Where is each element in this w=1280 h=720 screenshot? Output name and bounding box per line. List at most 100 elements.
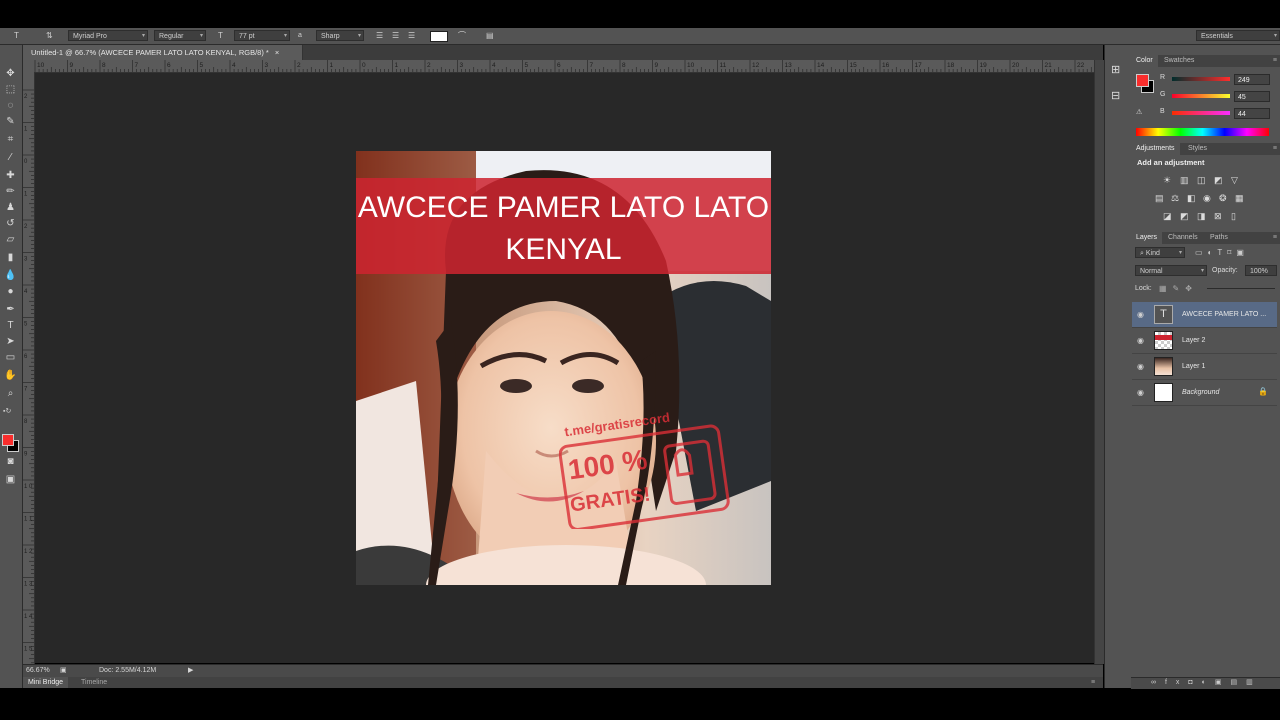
font-style-select[interactable]: Regular ▾ [154,30,206,41]
blue-value-field[interactable]: 44 [1234,108,1270,119]
dodge-tool-icon[interactable]: ● [3,285,18,299]
selective-color-icon[interactable]: ⊠ [1214,211,1222,222]
zoom-tool-icon[interactable]: ⌕ [3,387,18,401]
blur-tool-icon[interactable]: 💧 [3,269,18,283]
color-balance-icon[interactable]: ⚖ [1171,193,1179,204]
text-color-swatch[interactable] [430,31,448,42]
layer-filter-icons[interactable]: ▭◐T⌑▣ [1195,248,1249,257]
gradient-tool-icon[interactable]: ▮ [3,251,18,265]
eye-icon[interactable]: ◉ [1137,310,1144,319]
type-tool-icon[interactable]: T [3,319,18,333]
panel-menu-icon[interactable]: ≡ [1273,55,1277,67]
tab-timeline[interactable]: Timeline [79,677,109,688]
tab-channels[interactable]: Channels [1163,232,1203,244]
tab-swatches[interactable]: Swatches [1159,55,1199,67]
invert-icon[interactable]: ◪ [1163,211,1172,222]
rectangle-tool-icon[interactable]: ▭ [3,351,18,365]
green-value-field[interactable]: 45 [1234,91,1270,102]
zoom-level[interactable]: 66.67% [26,665,50,677]
pen-tool-icon[interactable]: ✒ [3,303,18,317]
vertical-ruler[interactable]: 2101234567891 01 11 21 31 41 51 61 7 [23,72,35,664]
red-slider[interactable] [1172,77,1230,81]
hand-tool-icon[interactable]: ✋ [3,369,18,383]
properties-panel-icon[interactable]: ⊟ [1111,89,1120,102]
document-tab[interactable]: Untitled-1 @ 66.7% (AWCECE PAMER LATO LA… [23,45,303,60]
font-family-select[interactable]: Myriad Pro ▾ [68,30,148,41]
layer-row-background[interactable]: ◉ Background 🔒 [1132,380,1277,406]
blue-slider[interactable] [1172,111,1230,115]
black-white-icon[interactable]: ◧ [1187,193,1196,204]
layer-footer-icons[interactable]: ∞fx◘◐▣▤▥ [1151,678,1262,686]
panel-menu-icon[interactable]: ≡ [1273,232,1277,244]
quick-select-tool-icon[interactable]: ✎ [3,115,18,129]
align-right-icon[interactable]: ☰ [408,31,415,41]
green-slider[interactable] [1172,94,1230,98]
gamut-warning-icon[interactable]: ⚠ [1136,108,1142,116]
posterize-icon[interactable]: ◩ [1180,211,1189,222]
red-value-field[interactable]: 249 [1234,74,1270,85]
tab-layers[interactable]: Layers [1131,232,1163,244]
tab-mini-bridge[interactable]: Mini Bridge [23,677,69,688]
exposure-icon[interactable]: ◩ [1214,175,1223,186]
levels-icon[interactable]: ▥ [1180,175,1189,186]
panel-menu-icon[interactable]: ≡ [1273,143,1277,155]
warp-text-icon[interactable]: ⌒ [458,31,466,41]
antialias-select[interactable]: Sharp ▾ [316,30,364,41]
eyedropper-tool-icon[interactable]: ⁄ [3,151,18,165]
layer-row-text[interactable]: ◉ T AWCECE PAMER LATO ... [1132,302,1277,328]
align-left-icon[interactable]: ☰ [376,31,383,41]
workspace-select[interactable]: Essentials ▾ [1196,30,1280,41]
eraser-tool-icon[interactable]: ▱ [3,233,18,247]
blend-mode-select[interactable]: Normal ▾ [1135,265,1207,276]
color-spectrum-bar[interactable] [1136,128,1269,136]
lasso-tool-icon[interactable]: ◌ [3,99,18,113]
text-orientation-icon[interactable]: ⇅ [46,31,53,41]
gradient-map-icon[interactable]: ▯ [1231,211,1236,222]
document-canvas[interactable]: AWCECE PAMER LATO LATO KENYAL t.me/grati… [356,151,771,585]
photo-filter-icon[interactable]: ◉ [1203,193,1211,204]
foreground-color-swatch[interactable] [2,434,14,446]
threshold-icon[interactable]: ◨ [1197,211,1206,222]
panel-menu-icon[interactable]: ≡ [1091,677,1095,688]
eye-icon[interactable]: ◉ [1137,388,1144,397]
brightness-contrast-icon[interactable]: ☀ [1163,175,1171,186]
font-size-select[interactable]: 77 pt ▾ [234,30,290,41]
curves-icon[interactable]: ◫ [1197,175,1206,186]
vibrance-icon[interactable]: ▽ [1231,175,1238,186]
crop-tool-icon[interactable]: ⌗ [3,133,18,147]
channel-mixer-icon[interactable]: ❂ [1219,193,1227,204]
type-tool-preset-icon[interactable]: T [14,31,19,41]
color-foreground-swatch[interactable] [1136,74,1149,87]
tab-styles[interactable]: Styles [1183,143,1212,155]
fill-slider[interactable] [1207,288,1275,289]
eye-icon[interactable]: ◉ [1137,336,1144,345]
layer-row-layer2[interactable]: ◉ Layer 2 [1132,328,1277,354]
layer-row-layer1[interactable]: ◉ Layer 1 [1132,354,1277,380]
status-arrow-icon[interactable]: ▶ [188,665,193,677]
tab-paths[interactable]: Paths [1205,232,1233,244]
move-tool-icon[interactable]: ✥ [3,67,18,81]
brush-tool-icon[interactable]: ✏ [3,185,18,199]
hue-saturation-icon[interactable]: ▤ [1155,193,1164,204]
tab-color[interactable]: Color [1131,55,1158,67]
lock-icons[interactable]: ▦✎✥ [1159,284,1198,293]
history-panel-icon[interactable]: ⊞ [1111,63,1120,76]
marquee-tool-icon[interactable]: ⬚ [3,83,18,97]
title-text[interactable]: AWCECE PAMER LATO LATO KENYAL [356,187,771,271]
eye-icon[interactable]: ◉ [1137,362,1144,371]
horizontal-ruler[interactable]: 10 9 8 7 6 5 4 3 2 1 0 1 2 3 4 5 6 7 8 9 10 11 12 13 14 15 16 17 18 1… [34,60,1094,73]
quick-mask-icon[interactable]: ◙ [3,455,18,469]
color-lookup-icon[interactable]: ▦ [1235,193,1244,204]
layer-filter-select[interactable]: ⌕ Kind ▾ [1135,247,1185,258]
healing-brush-tool-icon[interactable]: ✚ [3,169,18,183]
status-menu-icon[interactable]: ▣ [60,665,67,677]
screen-mode-icon[interactable]: ▣ [3,473,18,487]
align-center-icon[interactable]: ☰ [392,31,399,41]
default-colors-icon[interactable]: ▪↻ [3,407,11,415]
tab-adjustments[interactable]: Adjustments [1131,143,1180,155]
close-tab-icon[interactable]: × [275,48,279,57]
opacity-field[interactable]: 100% [1245,265,1277,276]
vertical-scrollbar[interactable] [1094,60,1104,664]
character-panel-icon[interactable]: ▤ [486,31,494,41]
path-selection-tool-icon[interactable]: ➤ [3,335,18,349]
